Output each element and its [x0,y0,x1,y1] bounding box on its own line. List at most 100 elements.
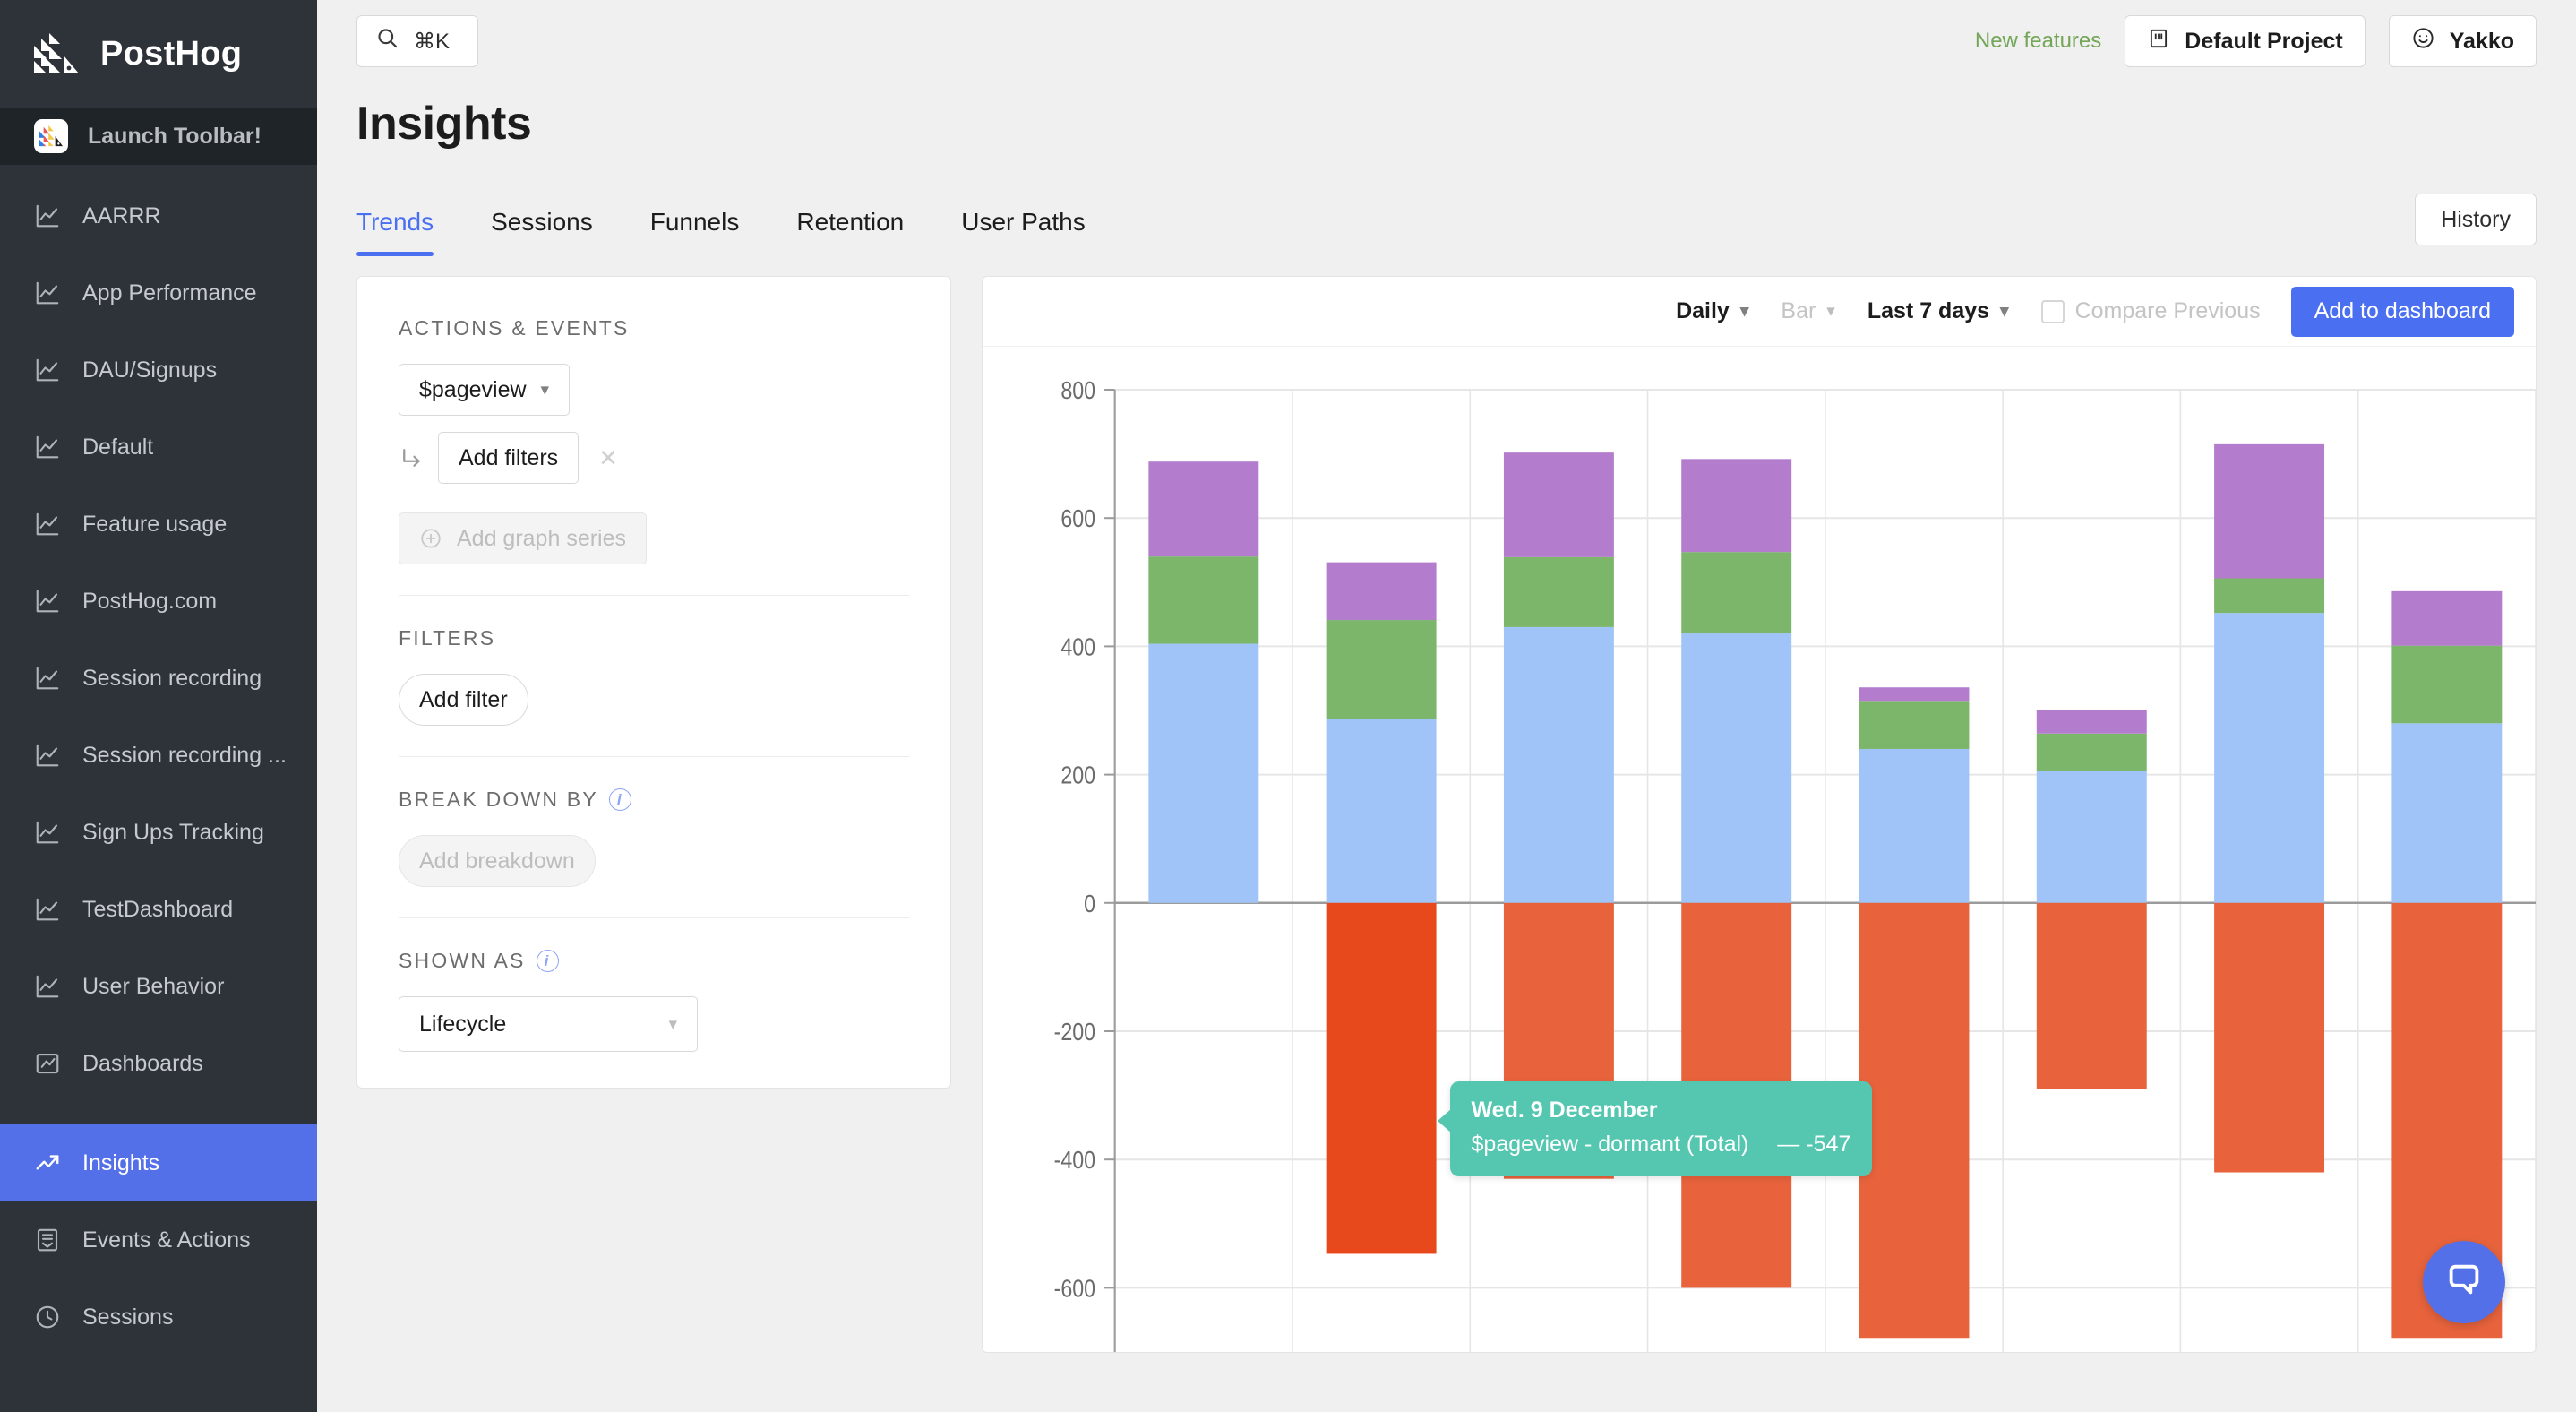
bar-segment[interactable] [1859,749,1970,903]
divider [399,595,909,596]
add-graph-series-button[interactable]: Add graph series [399,512,647,564]
bar-segment[interactable] [1681,633,1791,903]
tab-label: Trends [356,208,434,236]
info-icon[interactable]: i [537,950,559,972]
bar-segment[interactable] [1148,644,1258,903]
brand[interactable]: PostHog [0,0,317,108]
tab-sessions[interactable]: Sessions [462,208,622,256]
sidebar-item-sessions[interactable]: Sessions [0,1279,317,1356]
add-breakdown-button[interactable]: Add breakdown [399,835,596,887]
sidebar-item-default[interactable]: Default [0,409,317,486]
add-filters-button[interactable]: Add filters [438,432,579,484]
bar-segment[interactable] [2214,613,2324,903]
bar-segment[interactable] [2037,734,2147,771]
event-name-label: $pageview [419,377,527,403]
bar-segment[interactable] [2214,903,2324,1173]
sidebar-item-sign-ups-tracking[interactable]: Sign Ups Tracking [0,794,317,871]
bar-segment[interactable] [1504,452,1614,557]
info-icon[interactable]: i [609,788,631,811]
bar-segment[interactable] [2391,646,2502,724]
compare-previous-checkbox[interactable] [2041,300,2065,323]
sidebar-item-label: Default [82,435,153,461]
bar-segment[interactable] [1327,563,1437,620]
bar-segment[interactable] [1504,557,1614,627]
chart-type-selector[interactable]: Bar ▾ [1765,298,1850,324]
bar-segment[interactable] [1681,552,1791,633]
bar-segment[interactable] [1148,461,1258,556]
sidebar-item-label: Sessions [82,1304,173,1330]
sidebar-item-user-behavior[interactable]: User Behavior [0,948,317,1025]
bar-segment-highlighted[interactable] [1327,903,1437,1254]
bar-segment[interactable] [1859,687,1970,701]
bar-segment[interactable] [2214,579,2324,614]
sidebar-item-events-actions[interactable]: Events & Actions [0,1201,317,1279]
sidebar-item-posthog-com[interactable]: PostHog.com [0,563,317,640]
search-button[interactable]: ⌘K [356,15,478,67]
y-axis-tick-label: 600 [1060,505,1095,532]
smiley-icon [2411,26,2435,56]
chevron-down-icon: ▾ [1826,301,1835,322]
sidebar-item-label: User Behavior [82,974,224,1000]
sidebar-item-testdashboard[interactable]: TestDashboard [0,871,317,948]
bar-segment[interactable] [2037,771,2147,902]
new-features-link[interactable]: New features [1975,29,2101,54]
interval-label: Daily [1676,298,1730,324]
bar-segment[interactable] [1859,903,1970,1338]
bar-segment[interactable] [2037,710,2147,734]
project-switcher-button[interactable]: Default Project [2125,15,2365,67]
sidebar-item-dau-signups[interactable]: DAU/Signups [0,331,317,409]
sidebar-item-label: Insights [82,1150,159,1176]
bar-segment[interactable] [1681,459,1791,552]
compare-previous-label: Compare Previous [2075,298,2261,324]
bar-segment[interactable] [1859,701,1970,749]
actions-events-section-label: ACTIONS & EVENTS [399,316,909,340]
bar-segment[interactable] [1327,719,1437,902]
tab-retention[interactable]: Retention [768,208,932,256]
bar-segment[interactable] [1681,903,1791,1288]
section-label-text: ACTIONS & EVENTS [399,316,630,340]
chart-panel: Daily ▾ Bar ▾ Last 7 days ▾ [982,276,2537,1353]
line-chart-icon [34,742,61,769]
chart-plot-area[interactable]: 8006004002000-200-400-600 Wed. 9 Decembe… [983,347,2536,1352]
sidebar-item-dashboards[interactable]: Dashboards [0,1025,317,1102]
sidebar-item-app-performance[interactable]: App Performance [0,254,317,331]
user-menu-button[interactable]: Yakko [2389,15,2537,67]
event-selector-pageview[interactable]: $pageview ▾ [399,364,570,416]
bar-segment[interactable] [2391,591,2502,646]
tab-trends[interactable]: Trends [356,208,462,256]
bar-segment[interactable] [1504,903,1614,1179]
date-range-selector[interactable]: Last 7 days ▾ [1851,298,2025,324]
line-chart-icon [34,357,61,383]
history-button[interactable]: History [2415,194,2537,245]
main-area: ⌘K New features Default Project Yakko [317,0,2576,1412]
tab-user-paths[interactable]: User Paths [932,208,1114,256]
bar-segment[interactable] [1327,620,1437,719]
help-chat-button[interactable] [2423,1241,2505,1323]
bar-segment[interactable] [1504,627,1614,903]
sidebar-item-aarrr[interactable]: AARRR [0,177,317,254]
tab-funnels[interactable]: Funnels [622,208,769,256]
bar-segment[interactable] [2037,903,2147,1089]
bar-segment[interactable] [1148,556,1258,643]
compare-previous-toggle[interactable]: Compare Previous [2025,298,2277,324]
line-chart-icon [34,202,61,229]
shown-as-value-label: Lifecycle [419,1012,506,1037]
y-axis-tick-label: 400 [1060,633,1095,660]
add-to-dashboard-button[interactable]: Add to dashboard [2291,287,2514,337]
sidebar-item-insights[interactable]: Insights [0,1124,317,1201]
close-x-icon[interactable]: ✕ [598,444,618,472]
sidebar-item-session-recording-2[interactable]: Session recording ... [0,717,317,794]
launch-toolbar-button[interactable]: Launch Toolbar! [0,108,317,165]
interval-selector[interactable]: Daily ▾ [1660,298,1765,324]
shown-as-select[interactable]: Lifecycle ▾ [399,996,698,1052]
sidebar-item-label: Session recording ... [82,743,287,769]
lifecycle-bar-chart[interactable]: 8006004002000-200-400-600 [983,347,2536,1352]
bar-segment[interactable] [2391,723,2502,902]
search-icon [375,26,399,56]
sidebar-item-label: Events & Actions [82,1227,251,1253]
add-filter-button[interactable]: Add filter [399,674,528,726]
plus-circle-icon [419,527,442,550]
sidebar-item-feature-usage[interactable]: Feature usage [0,486,317,563]
sidebar-item-session-recording[interactable]: Session recording [0,640,317,717]
bar-segment[interactable] [2214,444,2324,579]
